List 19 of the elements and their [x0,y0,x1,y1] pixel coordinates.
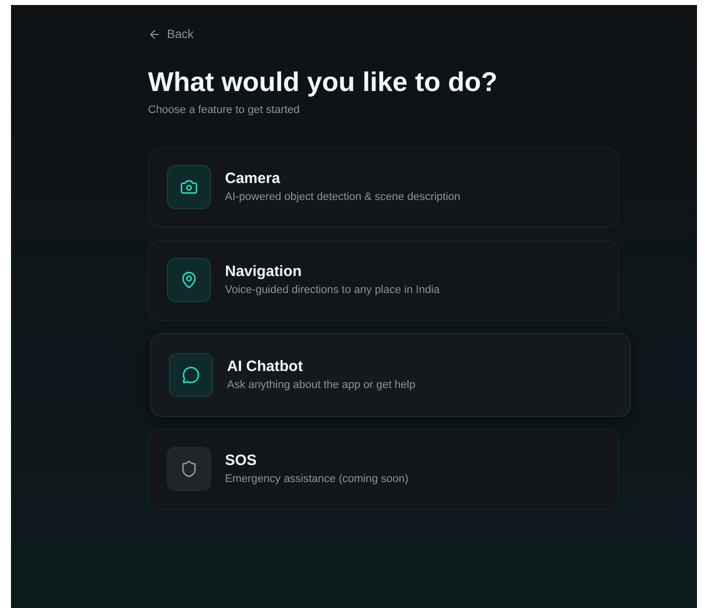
back-link[interactable]: Back [148,25,194,43]
feature-title: Camera [225,169,282,189]
feature-title: Navigation [225,262,303,282]
feature-card[interactable]: Camera AI-powered object detection & scene description [148,146,619,228]
camera-icon [167,165,211,209]
chat-bubble-icon [169,352,213,396]
arrow-left-icon [148,28,161,40]
feature-description: AI-powered object detection & scene description [225,190,460,205]
feature-description: Voice-guided directions to any place in India [225,283,440,298]
feature-card[interactable]: Navigation Voice-guided directions to any place in India [148,240,619,320]
feature-title: SOS [225,451,258,471]
map-pin-icon [167,258,211,302]
feature-description: Emergency assistance (coming soon) [225,472,408,487]
feature-description: Ask anything about the app or get help [227,378,416,392]
page-subheading: Choose a feature to get started [148,103,301,118]
page-heading: What would you like to do? [148,66,498,99]
shield-icon [167,447,211,491]
feature-card[interactable]: AI Chatbot Ask anything about the app or get help [150,332,631,416]
feature-title: AI Chatbot [227,356,304,376]
